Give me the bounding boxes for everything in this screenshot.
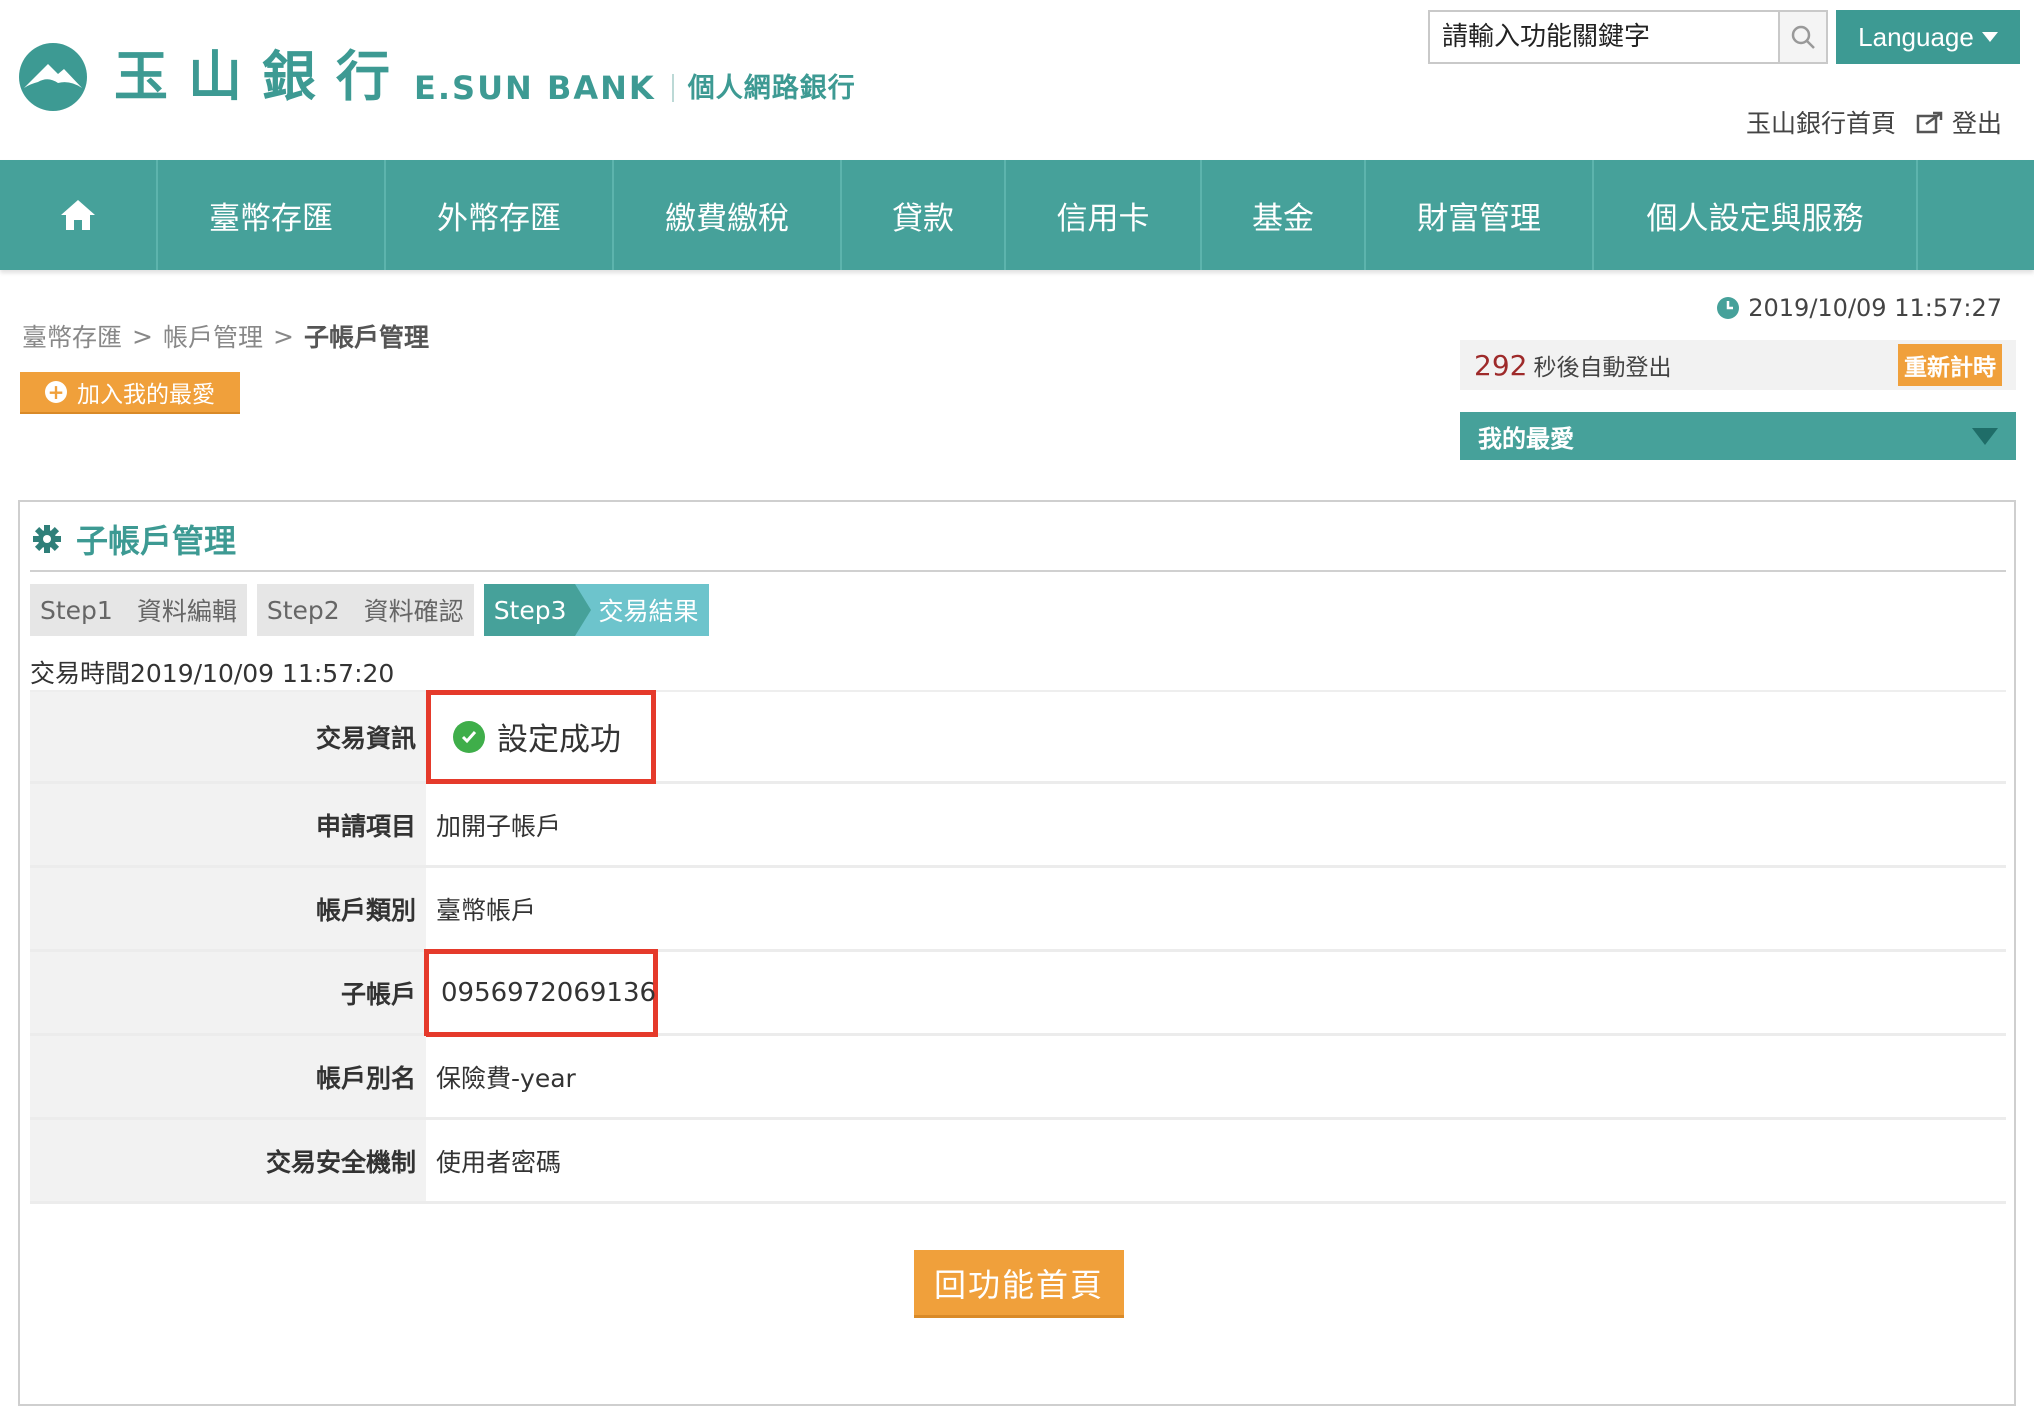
- row-value: 設定成功: [426, 689, 2006, 784]
- breadcrumb-separator: >: [272, 321, 294, 351]
- table-row: 帳戶別名 保險費-year: [30, 1036, 2006, 1120]
- clock-text: 2019/10/09 11:57:27: [1748, 294, 2002, 322]
- step-label: 交易結果: [598, 597, 699, 626]
- row-label: 交易安全機制: [30, 1120, 426, 1201]
- row-label: 交易資訊: [30, 692, 426, 781]
- breadcrumb-separator: >: [132, 321, 153, 351]
- nav-funds[interactable]: 基金: [1202, 160, 1366, 270]
- my-favorites-label: 我的最愛: [1478, 424, 1574, 453]
- row-value: 加開子帳戶: [436, 811, 562, 841]
- nav-wealth[interactable]: 財富管理: [1366, 160, 1594, 270]
- step-3-active: Step3 交易結果: [483, 584, 709, 636]
- logo-chinese-text: 玉山銀行: [114, 45, 410, 108]
- plus-icon: +: [45, 381, 67, 403]
- search-button[interactable]: [1778, 12, 1826, 62]
- result-table: 交易資訊 設定成功 申請項目 加開子帳戶 帳戶類別 臺幣帳戶 子帳戶 09569…: [30, 689, 2006, 1204]
- divider: [30, 570, 2006, 572]
- reset-timer-button[interactable]: 重新計時: [1898, 344, 2002, 386]
- check-circle-icon: [453, 720, 485, 753]
- step-label: 資料編輯: [136, 597, 237, 626]
- row-value: 臺幣帳戶: [436, 895, 537, 925]
- row-label: 申請項目: [30, 784, 426, 865]
- countdown-seconds: 292: [1474, 348, 1528, 382]
- main-nav: 臺幣存匯 外幣存匯 繳費繳稅 貸款 信用卡 基金 財富管理 個人設定與服務: [0, 160, 2034, 270]
- row-label: 帳戶類別: [30, 868, 426, 949]
- countdown-text: 秒後自動登出: [1533, 355, 1672, 381]
- row-value: 0956972069136: [424, 948, 2006, 1037]
- nav-payments[interactable]: 繳費繳稅: [614, 160, 842, 270]
- clock-icon: [1717, 297, 1740, 319]
- step-number: Step1: [40, 595, 113, 625]
- nav-credit-card[interactable]: 信用卡: [1006, 160, 1202, 270]
- sub-account-panel: 子帳戶管理 Step1 資料編輯 Step2 資料確認 Step3 交易結果 交…: [18, 500, 2016, 1406]
- step-indicator: Step1 資料編輯 Step2 資料確認 Step3 交易結果: [30, 584, 709, 636]
- panel-title-text: 子帳戶管理: [76, 522, 237, 560]
- row-label: 帳戶別名: [30, 1036, 426, 1117]
- language-button[interactable]: Language: [1836, 10, 2020, 64]
- step-label: 資料確認: [363, 597, 464, 626]
- success-highlight: 設定成功: [426, 689, 656, 784]
- search-icon: [1791, 25, 1815, 49]
- caret-down-icon: [1981, 32, 1998, 42]
- sub-account-highlight: 0956972069136: [424, 948, 658, 1037]
- logout-icon: [1916, 111, 1943, 134]
- esun-logo[interactable]: 玉山銀行 E.SUN BANK 個人網路銀行: [18, 42, 856, 112]
- table-row: 申請項目 加開子帳戶: [30, 784, 2006, 868]
- transaction-time: 交易時間2019/10/09 11:57:20: [30, 659, 395, 688]
- session-clock: 2019/10/09 11:57:27: [1716, 294, 2002, 322]
- logout-label: 登出: [1951, 109, 2002, 138]
- logo-divider: [671, 74, 674, 102]
- logout-timer: 292 秒後自動登出 重新計時: [1460, 340, 2016, 390]
- table-row: 交易安全機制 使用者密碼: [30, 1120, 2006, 1204]
- gear-icon: [33, 525, 61, 553]
- step-2: Step2 資料確認: [256, 584, 474, 636]
- my-favorites-dropdown[interactable]: 我的最愛: [1460, 412, 2016, 460]
- logout-link[interactable]: 登出: [1916, 104, 2002, 140]
- add-favorite-button[interactable]: + 加入我的最愛: [20, 372, 240, 414]
- nav-personal-settings[interactable]: 個人設定與服務: [1594, 160, 1918, 270]
- table-row: 交易資訊 設定成功: [30, 689, 2006, 784]
- breadcrumb-current: 子帳戶管理: [303, 323, 429, 352]
- nav-loans[interactable]: 貸款: [842, 160, 1006, 270]
- back-to-home-button[interactable]: 回功能首頁: [914, 1250, 1124, 1318]
- row-label: 子帳戶: [30, 952, 426, 1033]
- home-icon: [61, 200, 95, 230]
- nav-home[interactable]: [0, 160, 158, 270]
- top-links: 玉山銀行首頁 登出: [1746, 104, 2002, 140]
- row-value: 使用者密碼: [436, 1147, 562, 1177]
- logo-subtitle: 個人網路銀行: [687, 72, 856, 104]
- logo-english-text: E.SUN BANK: [414, 69, 656, 107]
- step-1: Step1 資料編輯: [30, 584, 247, 636]
- step-number: Step2: [266, 595, 340, 625]
- nav-twd-deposit[interactable]: 臺幣存匯: [158, 160, 386, 270]
- breadcrumb-item[interactable]: 帳戶管理: [163, 318, 263, 354]
- breadcrumb: 臺幣存匯 > 帳戶管理 > 子帳戶管理: [22, 318, 429, 354]
- search-box: [1428, 10, 1828, 64]
- status-text: 設定成功: [497, 722, 621, 758]
- nav-foreign-deposit[interactable]: 外幣存匯: [386, 160, 614, 270]
- row-value: 保險費-year: [436, 1063, 576, 1093]
- header: 玉山銀行 E.SUN BANK 個人網路銀行 Language 玉山銀行首頁 登…: [0, 0, 2034, 160]
- step-number: Step3: [483, 584, 591, 636]
- language-label: Language: [1858, 21, 1974, 52]
- breadcrumb-item[interactable]: 臺幣存匯: [22, 318, 122, 354]
- panel-title: 子帳戶管理: [32, 516, 236, 562]
- add-favorite-label: 加入我的最愛: [77, 382, 215, 408]
- search-input[interactable]: [1430, 12, 1778, 62]
- bank-home-link[interactable]: 玉山銀行首頁: [1746, 104, 1896, 140]
- table-row: 子帳戶 0956972069136: [30, 948, 2006, 1037]
- mountain-logo-icon: [19, 43, 87, 111]
- triangle-down-icon: [1972, 427, 1998, 445]
- table-row: 帳戶類別 臺幣帳戶: [30, 868, 2006, 952]
